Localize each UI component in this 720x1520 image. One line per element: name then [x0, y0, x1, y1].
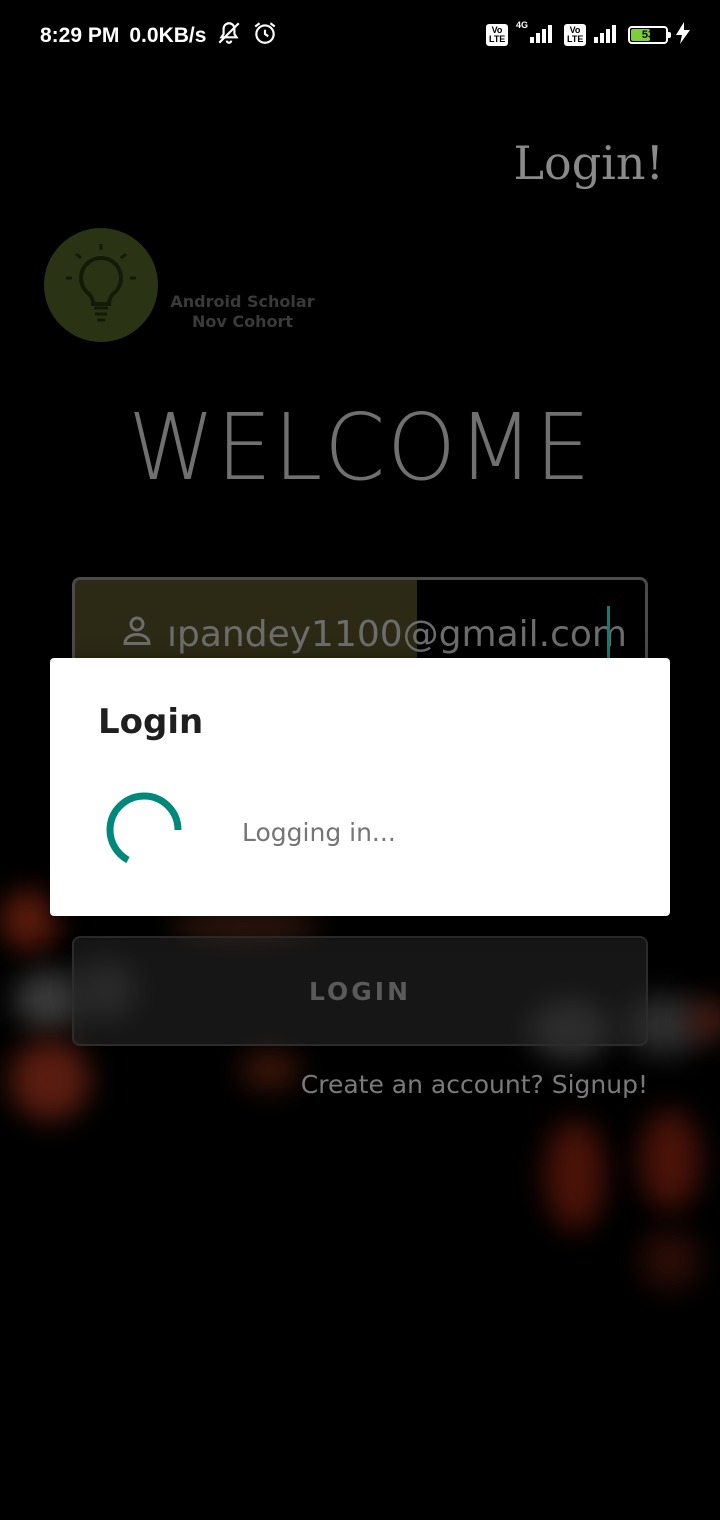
dialog-message: Logging in... — [242, 818, 396, 847]
volte-icon-2: Vo LTE — [564, 24, 586, 46]
logo-line-1: Android Scholar — [170, 292, 315, 311]
text-cursor — [607, 606, 610, 658]
login-progress-dialog: Login Logging in... — [50, 658, 670, 916]
status-network-speed: 0.0KB/s — [129, 24, 207, 47]
signal-icon — [530, 23, 556, 47]
mute-icon — [216, 20, 242, 52]
email-input[interactable]: ıpandey1100@gmail.com — [167, 614, 627, 655]
lightbulb-icon — [66, 244, 136, 328]
signal-icon-2 — [594, 23, 620, 47]
signup-link[interactable]: Create an account? Signup! — [301, 1070, 648, 1099]
alarm-icon — [252, 20, 278, 52]
login-button[interactable]: LOGIN — [72, 936, 648, 1046]
charging-icon — [676, 22, 690, 48]
volte-icon: Vo LTE — [485, 24, 508, 46]
network-type: 4G — [515, 20, 528, 30]
battery-icon: 53 — [628, 26, 671, 44]
logo — [44, 228, 158, 342]
welcome-heading: WELCOME — [0, 394, 720, 501]
status-bar: 8:29 PM 0.0KB/s Vo LTE 4G Vo LTE 53 — [0, 0, 720, 72]
battery-level: 53 — [641, 29, 655, 41]
progress-spinner-icon — [104, 790, 184, 870]
page-title: Login! — [513, 136, 664, 190]
status-time: 8:29 PM — [40, 24, 120, 47]
logo-text: Android Scholar Nov Cohort — [160, 292, 325, 332]
dialog-title: Login — [98, 702, 204, 742]
user-icon — [119, 612, 155, 652]
welcome-text: WELCOME — [127, 394, 593, 501]
logo-line-2: Nov Cohort — [191, 312, 294, 331]
